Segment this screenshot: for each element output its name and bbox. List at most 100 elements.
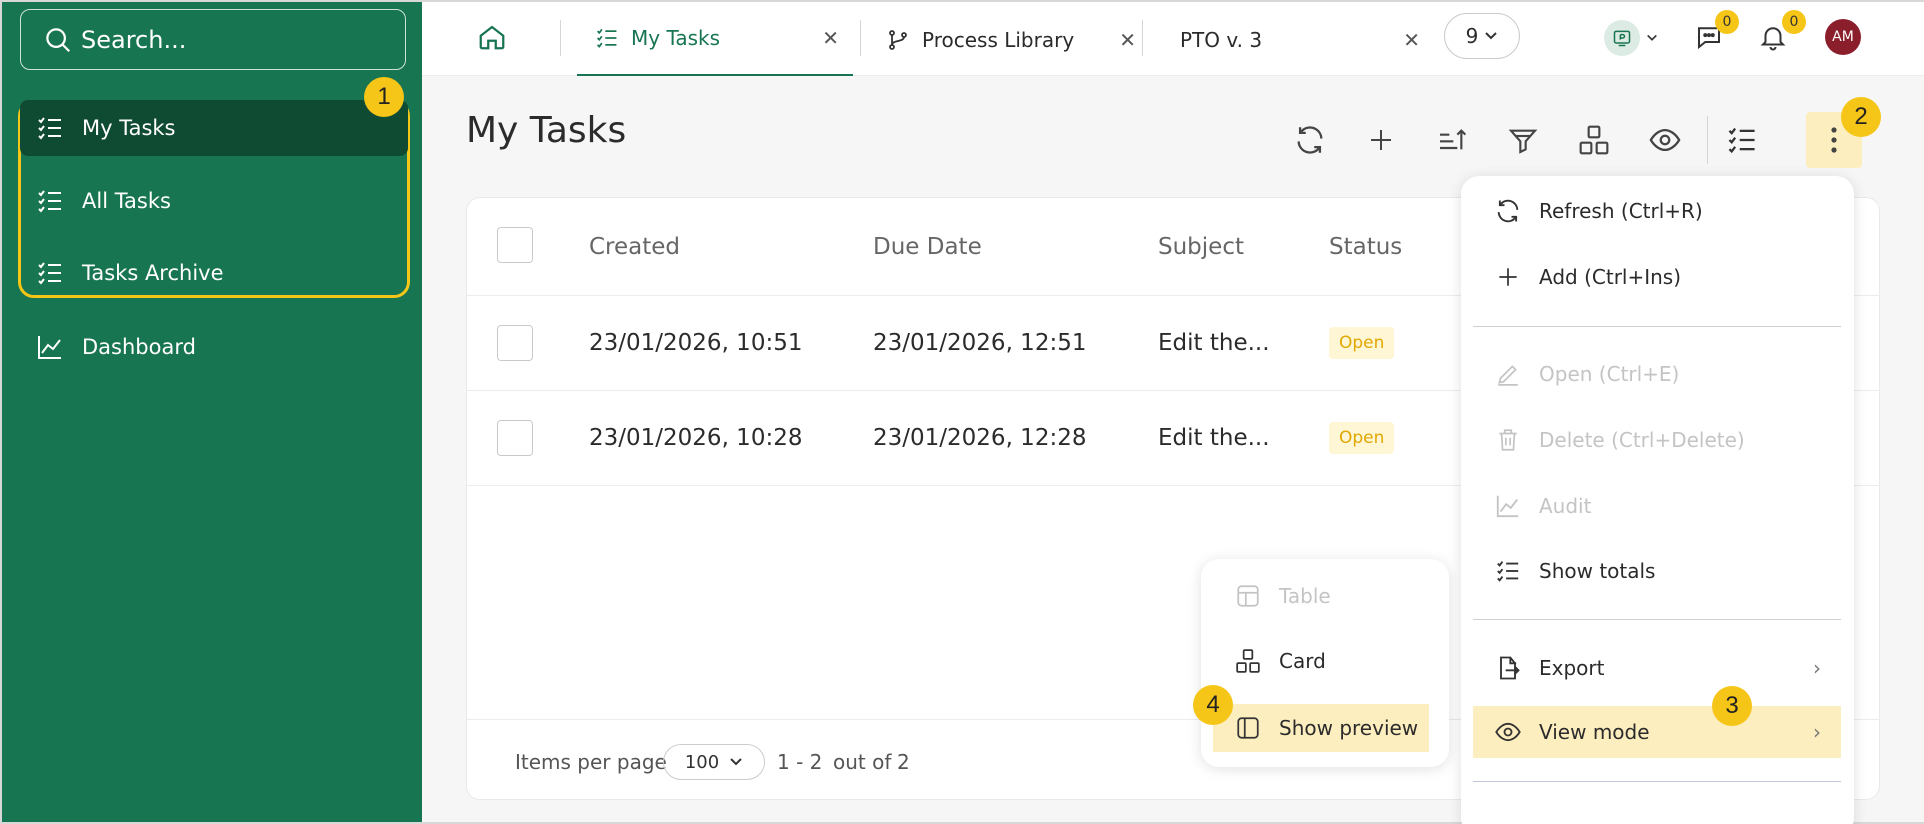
row-checkbox[interactable]	[497, 420, 533, 456]
callout-4: 4	[1193, 685, 1233, 725]
pencil-icon	[1493, 359, 1523, 389]
callout-2: 2	[1841, 97, 1881, 137]
refresh-icon	[1297, 126, 1323, 154]
table-layout-icon	[1233, 581, 1263, 611]
menu-item-view-mode[interactable]: View mode ›	[1473, 706, 1841, 758]
cell-due-date: 23/01/2026, 12:51	[873, 330, 1087, 356]
menu-item-label: Delete (Ctrl+Delete)	[1539, 428, 1745, 452]
close-icon[interactable]: ✕	[1403, 28, 1420, 52]
menu-item-label: View mode	[1539, 720, 1650, 744]
trash-icon	[1493, 425, 1523, 455]
menu-item-label: Show totals	[1539, 559, 1656, 583]
eye-icon	[1649, 128, 1681, 152]
menu-item-audit: Audit	[1473, 480, 1841, 532]
callout-1: 1	[364, 77, 404, 117]
checklist-icon	[34, 112, 66, 144]
home-icon	[479, 25, 505, 50]
column-header-status[interactable]: Status	[1329, 234, 1402, 260]
submenu-item-table: Table	[1213, 572, 1429, 620]
sidebar-item-dashboard[interactable]: Dashboard	[20, 319, 408, 375]
row-checkbox[interactable]	[497, 325, 533, 361]
status-badge: Open	[1329, 422, 1395, 454]
search-placeholder: Search...	[81, 25, 187, 54]
items-per-page-select[interactable]: 100	[663, 744, 765, 780]
menu-item-refresh[interactable]: Refresh (Ctrl+R)	[1473, 185, 1841, 237]
avatar[interactable]: AM	[1825, 19, 1861, 55]
submenu-item-label: Table	[1279, 584, 1331, 608]
eye-icon	[1493, 717, 1523, 747]
close-icon[interactable]: ✕	[822, 26, 839, 50]
menu-divider	[1473, 326, 1841, 327]
tab-label: My Tasks	[631, 26, 721, 50]
search-input[interactable]: Search...	[20, 9, 406, 70]
menu-item-show-totals[interactable]: Show totals	[1473, 545, 1841, 597]
sidebar-item-all-tasks[interactable]: All Tasks	[20, 173, 408, 229]
notifications-badge: 0	[1782, 10, 1806, 34]
preview-button[interactable]	[1641, 112, 1689, 168]
filter-button[interactable]	[1499, 112, 1547, 168]
sort-icon	[1440, 129, 1467, 150]
totals-button[interactable]	[1718, 112, 1766, 168]
sidebar-item-tasks-archive[interactable]: Tasks Archive	[20, 245, 408, 301]
menu-divider	[1473, 619, 1841, 620]
tab-bar: My Tasks ✕ Process Library ✕ PTO v. 3 ✕ …	[422, 0, 1924, 77]
refresh-icon	[1493, 196, 1523, 226]
sidebar-item-label: My Tasks	[82, 116, 176, 140]
sidebar-item-label: Tasks Archive	[82, 261, 224, 285]
chart-line-icon	[34, 331, 66, 363]
callout-3: 3	[1712, 686, 1752, 726]
grid-shapes-icon	[1233, 646, 1263, 676]
tab-divider	[1142, 20, 1143, 56]
menu-item-open: Open (Ctrl+E)	[1473, 348, 1841, 400]
add-button[interactable]	[1357, 112, 1405, 168]
preview-panel-icon	[1233, 713, 1263, 743]
tab-label: PTO v. 3	[1180, 27, 1263, 52]
branch-icon	[889, 29, 907, 50]
home-button[interactable]	[477, 22, 507, 56]
menu-item-label: Audit	[1539, 494, 1592, 518]
cell-created: 23/01/2026, 10:28	[589, 425, 803, 451]
plus-icon	[1371, 130, 1391, 150]
chevron-right-icon: ›	[1813, 656, 1821, 680]
status-badge: Open	[1329, 327, 1395, 359]
submenu-item-card[interactable]: Card	[1213, 637, 1429, 685]
search-icon	[46, 27, 71, 52]
view-mode-submenu: Table Card Show preview 4	[1193, 559, 1449, 767]
plus-icon	[1493, 262, 1523, 292]
open-tabs-count-button[interactable]: 9	[1444, 13, 1520, 59]
page-title: My Tasks	[466, 110, 627, 151]
sort-button[interactable]	[1428, 112, 1476, 168]
sidebar-item-my-tasks[interactable]: My Tasks	[20, 100, 408, 156]
column-header-due-date[interactable]: Due Date	[873, 234, 982, 260]
export-icon	[1493, 653, 1523, 683]
menu-item-add[interactable]: Add (Ctrl+Ins)	[1473, 251, 1841, 303]
menu-item-label: Refresh (Ctrl+R)	[1539, 199, 1703, 223]
menu-item-delete: Delete (Ctrl+Delete)	[1473, 414, 1841, 466]
submenu-item-show-preview[interactable]: Show preview	[1213, 704, 1429, 752]
cell-due-date: 23/01/2026, 12:28	[873, 425, 1087, 451]
checklist-icon	[34, 257, 66, 289]
cell-created: 23/01/2026, 10:51	[589, 330, 803, 356]
tab-process-library[interactable]: Process Library ✕	[868, 2, 1150, 77]
pagination-total: 2	[897, 750, 910, 774]
tab-pto[interactable]: PTO v. 3 ✕	[1152, 2, 1434, 77]
tab-my-tasks[interactable]: My Tasks ✕	[577, 2, 853, 77]
sidebar-item-label: All Tasks	[82, 189, 171, 213]
checklist-icon	[1728, 127, 1755, 154]
submenu-item-label: Card	[1279, 649, 1326, 673]
chart-line-icon	[1493, 491, 1523, 521]
cell-subject: Edit the...	[1158, 330, 1270, 356]
sidebar: Search... My Tasks All Tasks Tasks Archi…	[0, 0, 422, 824]
group-button[interactable]	[1570, 112, 1618, 168]
tab-divider	[560, 20, 561, 56]
checklist-icon	[596, 28, 617, 48]
close-icon[interactable]: ✕	[1119, 28, 1136, 52]
tab-divider	[860, 20, 861, 56]
refresh-button[interactable]	[1286, 112, 1334, 168]
column-header-subject[interactable]: Subject	[1158, 234, 1244, 260]
menu-item-label: Add (Ctrl+Ins)	[1539, 265, 1682, 289]
process-switcher-button[interactable]	[1604, 18, 1666, 58]
column-header-created[interactable]: Created	[589, 234, 680, 260]
select-all-checkbox[interactable]	[497, 227, 533, 263]
menu-item-export[interactable]: Export ›	[1473, 642, 1841, 694]
